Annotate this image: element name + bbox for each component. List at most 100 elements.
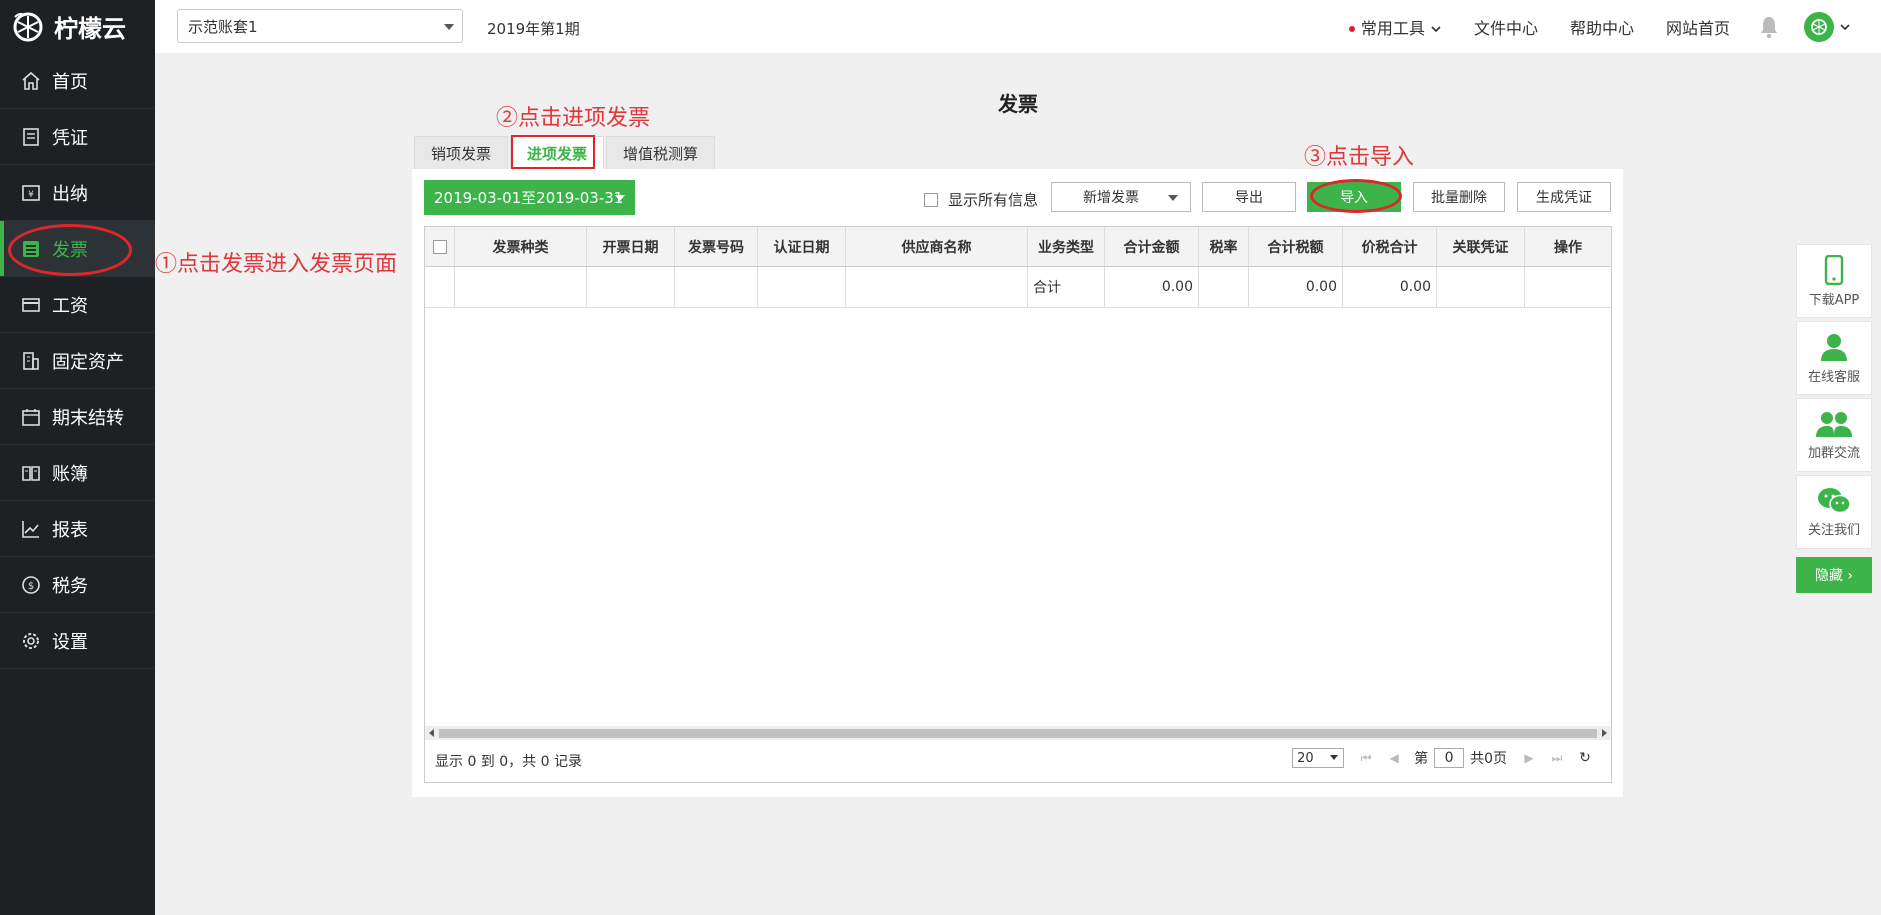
show-all-label: 显示所有信息 bbox=[948, 191, 1039, 209]
follow-us-label: 关注我们 bbox=[1807, 522, 1860, 538]
annotation-step2: ②点击进项发票 bbox=[496, 106, 651, 131]
invoice-table: 发票种类 开票日期 发票号码 认证日期 供应商名称 业务类型 合计金额 税率 合… bbox=[424, 226, 1612, 783]
invoice-panel: 2019-03-01至2019-03-31 显示所有信息 新增发票 导出 导入 … bbox=[412, 169, 1623, 797]
total-tax: 0.00 bbox=[1249, 267, 1343, 307]
hide-panel-button[interactable]: 隐藏 › bbox=[1796, 557, 1872, 593]
sidebar-item-reports[interactable]: 报表 bbox=[0, 501, 155, 557]
pager: 20 ⏮ ◀ 第 0 共0页 ▶ ⏭ ↻ bbox=[1292, 748, 1591, 768]
red-dot-icon bbox=[1348, 26, 1355, 32]
sidebar-item-invoice[interactable]: 发票 bbox=[0, 221, 155, 277]
annotation-step1: ①点击发票进入发票页面 bbox=[155, 252, 398, 277]
voucher-icon bbox=[20, 126, 42, 148]
caret-down-icon bbox=[1168, 195, 1178, 201]
tab-vat-estimate[interactable]: 增值税测算 bbox=[606, 136, 716, 169]
column-header[interactable]: 开票日期 bbox=[587, 227, 675, 266]
sidebar-item-salary[interactable]: 工资 bbox=[0, 277, 155, 333]
gear-icon bbox=[20, 630, 42, 652]
tab-sales-invoice[interactable]: 销项发票 bbox=[414, 136, 509, 169]
empty-cell bbox=[425, 267, 455, 307]
column-header[interactable]: 发票号码 bbox=[675, 227, 758, 266]
page-size-value: 20 bbox=[1297, 750, 1314, 766]
period-label: 2019年第1期 bbox=[487, 20, 580, 38]
cashier-icon: ¥ bbox=[20, 182, 42, 204]
sidebar-item-tax[interactable]: $ 税务 bbox=[0, 557, 155, 613]
column-header[interactable]: 操作 bbox=[1525, 227, 1611, 266]
sidebar-item-label: 税务 bbox=[52, 575, 88, 597]
column-header[interactable]: 合计税额 bbox=[1249, 227, 1343, 266]
column-header[interactable]: 合计金额 bbox=[1105, 227, 1199, 266]
first-page-icon[interactable]: ⏮ bbox=[1360, 751, 1372, 765]
tax-icon: $ bbox=[20, 574, 42, 596]
refresh-icon[interactable]: ↻ bbox=[1579, 750, 1591, 766]
help-center-link[interactable]: 帮助中心 bbox=[1570, 15, 1634, 39]
page-size-select[interactable]: 20 bbox=[1292, 748, 1345, 768]
online-service-button[interactable]: 在线客服 bbox=[1796, 321, 1872, 395]
column-header[interactable]: 认证日期 bbox=[758, 227, 846, 266]
total-sum: 0.00 bbox=[1343, 267, 1437, 307]
sidebar-item-ledger[interactable]: 账簿 bbox=[0, 445, 155, 501]
horizontal-scrollbar[interactable] bbox=[425, 726, 1611, 740]
user-icon bbox=[1821, 333, 1847, 361]
batch-delete-button[interactable]: 批量删除 bbox=[1413, 182, 1505, 212]
sidebar-item-label: 报表 bbox=[52, 519, 88, 541]
avatar[interactable] bbox=[1804, 11, 1834, 42]
phone-icon bbox=[1824, 254, 1844, 285]
export-button[interactable]: 导出 bbox=[1202, 182, 1296, 212]
scrollbar-thumb[interactable] bbox=[439, 729, 1597, 738]
page-number-input[interactable]: 0 bbox=[1434, 748, 1465, 768]
account-select[interactable]: 示范账套1 bbox=[177, 9, 463, 43]
column-header[interactable]: 业务类型 bbox=[1028, 227, 1105, 266]
follow-us-button[interactable]: 关注我们 bbox=[1796, 475, 1872, 549]
download-app-label: 下载APP bbox=[1808, 292, 1860, 308]
caret-down-icon bbox=[1330, 755, 1339, 760]
import-button[interactable]: 导入 bbox=[1307, 182, 1401, 212]
tab-purchase-invoice[interactable]: 进项发票 bbox=[510, 136, 605, 169]
column-header[interactable]: 税率 bbox=[1199, 227, 1249, 266]
table-header: 发票种类 开票日期 发票号码 认证日期 供应商名称 业务类型 合计金额 税率 合… bbox=[425, 227, 1611, 267]
app-logo[interactable]: 柠檬云 bbox=[0, 0, 155, 53]
empty-cell bbox=[1525, 267, 1611, 307]
sidebar-item-home[interactable]: 首页 bbox=[0, 53, 155, 109]
column-header[interactable]: 发票种类 bbox=[455, 227, 587, 266]
last-page-icon[interactable]: ⏭ bbox=[1551, 751, 1563, 765]
sidebar-item-fixed-assets[interactable]: 固定资产 bbox=[0, 333, 155, 389]
common-tools-menu[interactable]: 常用工具 bbox=[1348, 15, 1442, 39]
add-invoice-button[interactable]: 新增发票 bbox=[1051, 182, 1191, 212]
column-header[interactable]: 价税合计 bbox=[1343, 227, 1437, 266]
chevron-down-icon[interactable] bbox=[1839, 21, 1851, 33]
page-total: 共0页 bbox=[1470, 751, 1507, 767]
invoice-tabs: 销项发票 进项发票 增值税测算 bbox=[414, 136, 717, 169]
date-range-value: 2019-03-01至2019-03-31 bbox=[434, 189, 624, 207]
next-page-icon[interactable]: ▶ bbox=[1523, 751, 1535, 765]
caret-down-icon bbox=[615, 195, 625, 201]
column-header[interactable]: 供应商名称 bbox=[846, 227, 1028, 266]
empty-cell bbox=[1199, 267, 1249, 307]
page-prefix: 第 bbox=[1414, 751, 1429, 767]
sidebar-item-label: 工资 bbox=[52, 295, 88, 317]
sidebar-item-period-close[interactable]: 期末结转 bbox=[0, 389, 155, 445]
prev-page-icon[interactable]: ◀ bbox=[1388, 751, 1400, 765]
scroll-left-icon[interactable] bbox=[429, 729, 434, 737]
sidebar-item-settings[interactable]: 设置 bbox=[0, 613, 155, 669]
show-all-checkbox[interactable] bbox=[924, 192, 938, 207]
sidebar-item-cashier[interactable]: ¥ 出纳 bbox=[0, 165, 155, 221]
table-footer: 显示 0 到 0，共 0 记录 20 ⏮ ◀ 第 0 共0页 ▶ ⏭ ↻ bbox=[425, 740, 1611, 782]
date-range-picker[interactable]: 2019-03-01至2019-03-31 bbox=[424, 180, 635, 215]
generate-voucher-button[interactable]: 生成凭证 bbox=[1517, 182, 1611, 212]
website-home-link[interactable]: 网站首页 bbox=[1666, 15, 1730, 39]
join-group-button[interactable]: 加群交流 bbox=[1796, 398, 1872, 472]
empty-cell bbox=[675, 267, 758, 307]
file-center-link[interactable]: 文件中心 bbox=[1474, 15, 1538, 39]
bell-icon[interactable] bbox=[1758, 15, 1780, 39]
chart-icon bbox=[20, 518, 42, 540]
sidebar-item-voucher[interactable]: 凭证 bbox=[0, 109, 155, 165]
home-icon bbox=[20, 70, 42, 92]
empty-cell bbox=[455, 267, 587, 307]
top-bar: 示范账套1 2019年第1期 常用工具 文件中心 帮助中心 网站首页 bbox=[155, 0, 1881, 53]
download-app-button[interactable]: 下载APP bbox=[1796, 244, 1872, 318]
select-all-checkbox[interactable] bbox=[432, 239, 447, 254]
show-all-toggle[interactable]: 显示所有信息 bbox=[924, 189, 1038, 210]
column-header[interactable]: 关联凭证 bbox=[1437, 227, 1525, 266]
scroll-right-icon[interactable] bbox=[1602, 729, 1607, 737]
page-title: 发票 bbox=[998, 92, 1038, 116]
